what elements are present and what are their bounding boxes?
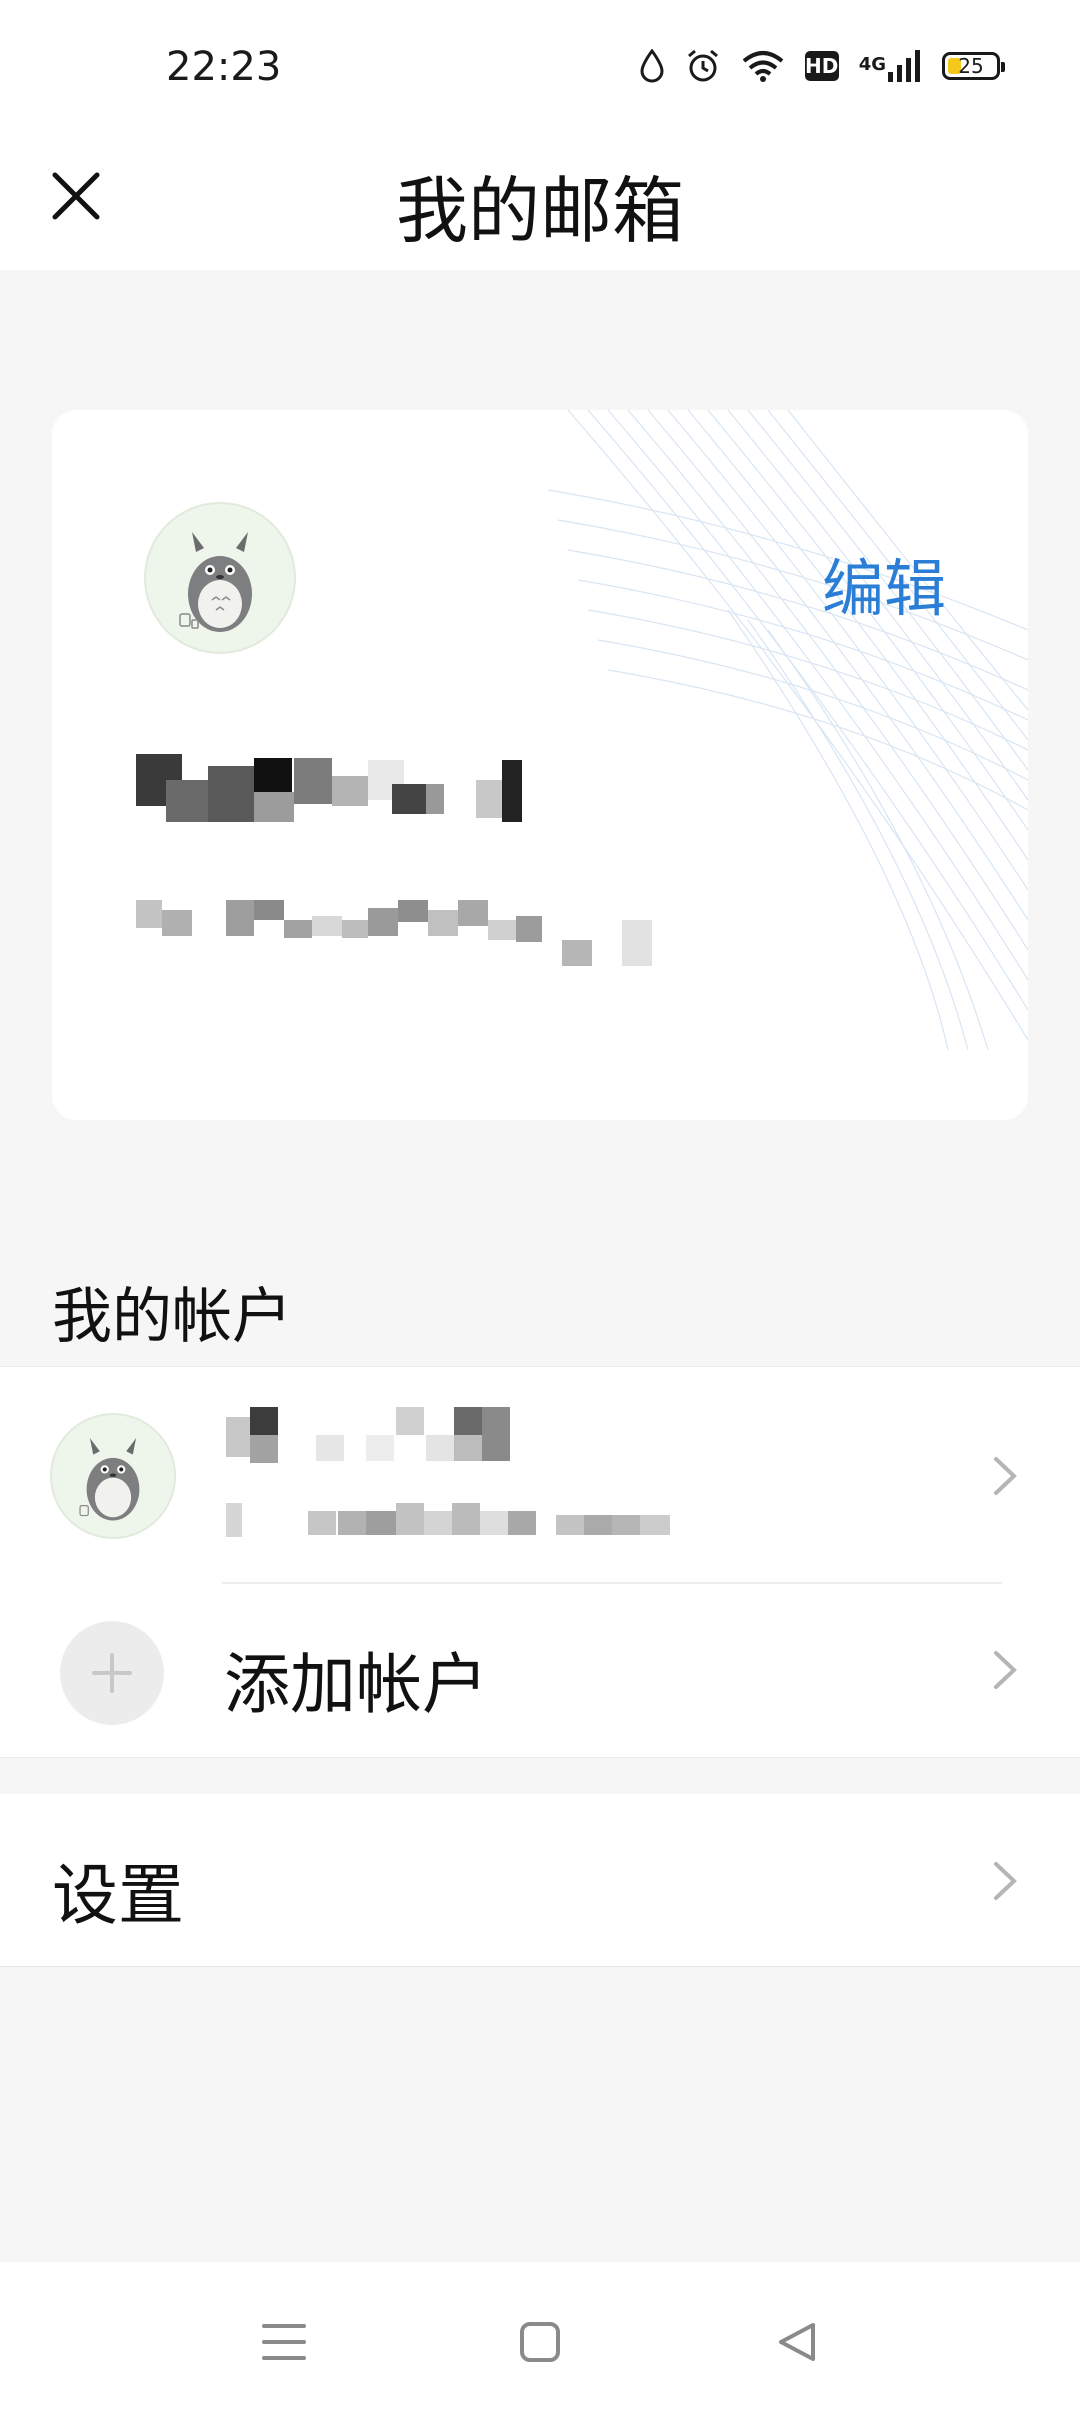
totoro-avatar-icon: [79, 1438, 140, 1521]
battery-icon: 25: [942, 52, 1005, 80]
my-accounts-heading: 我的帐户: [52, 1282, 292, 1352]
edit-profile-link[interactable]: 编辑: [822, 538, 946, 628]
alarm-clock-icon: [685, 48, 721, 84]
status-icons: HD 4G 25: [639, 48, 1005, 84]
app-header: 我的邮箱: [0, 140, 1080, 270]
page-title: 我的邮箱: [395, 169, 684, 253]
battery-level: 25: [958, 54, 984, 78]
network-label: 4G: [858, 54, 886, 75]
chevron-right-icon: [994, 1651, 1017, 1689]
add-account-icon: [60, 1621, 164, 1725]
system-nav-bar: [0, 2262, 1080, 2412]
profile-avatar[interactable]: [144, 502, 296, 654]
profile-card: 编辑: [52, 410, 1028, 1120]
add-account-row[interactable]: 添加帐户: [0, 1583, 1080, 1757]
wifi-icon: [741, 49, 785, 83]
hd-icon: HD: [804, 51, 839, 81]
account-row[interactable]: [0, 1367, 1080, 1583]
home-square-icon: [520, 2322, 560, 2362]
totoro-avatar-icon: [179, 532, 252, 632]
water-drop-icon: [639, 49, 665, 83]
chevron-right-icon: [994, 1862, 1017, 1900]
account-avatar: [50, 1413, 176, 1539]
add-account-label: 添加帐户: [224, 1646, 488, 1723]
menu-icon: [262, 2324, 306, 2360]
status-bar: 22:23 HD 4G 25: [0, 0, 1080, 140]
recent-apps-button[interactable]: [254, 2312, 314, 2372]
signal-icon: 4G: [859, 50, 922, 82]
status-time: 22:23: [166, 44, 282, 90]
settings-row[interactable]: 设置: [0, 1794, 1080, 1966]
settings-label: 设置: [52, 1857, 184, 1934]
settings-block: 设置: [0, 1794, 1080, 1967]
back-button[interactable]: [766, 2312, 826, 2372]
card-background-pattern: [547, 410, 1028, 1051]
accounts-list: 添加帐户: [0, 1366, 1080, 1758]
back-triangle-icon: [779, 2323, 815, 2361]
chevron-right-icon: [994, 1457, 1017, 1495]
home-button[interactable]: [510, 2312, 570, 2372]
